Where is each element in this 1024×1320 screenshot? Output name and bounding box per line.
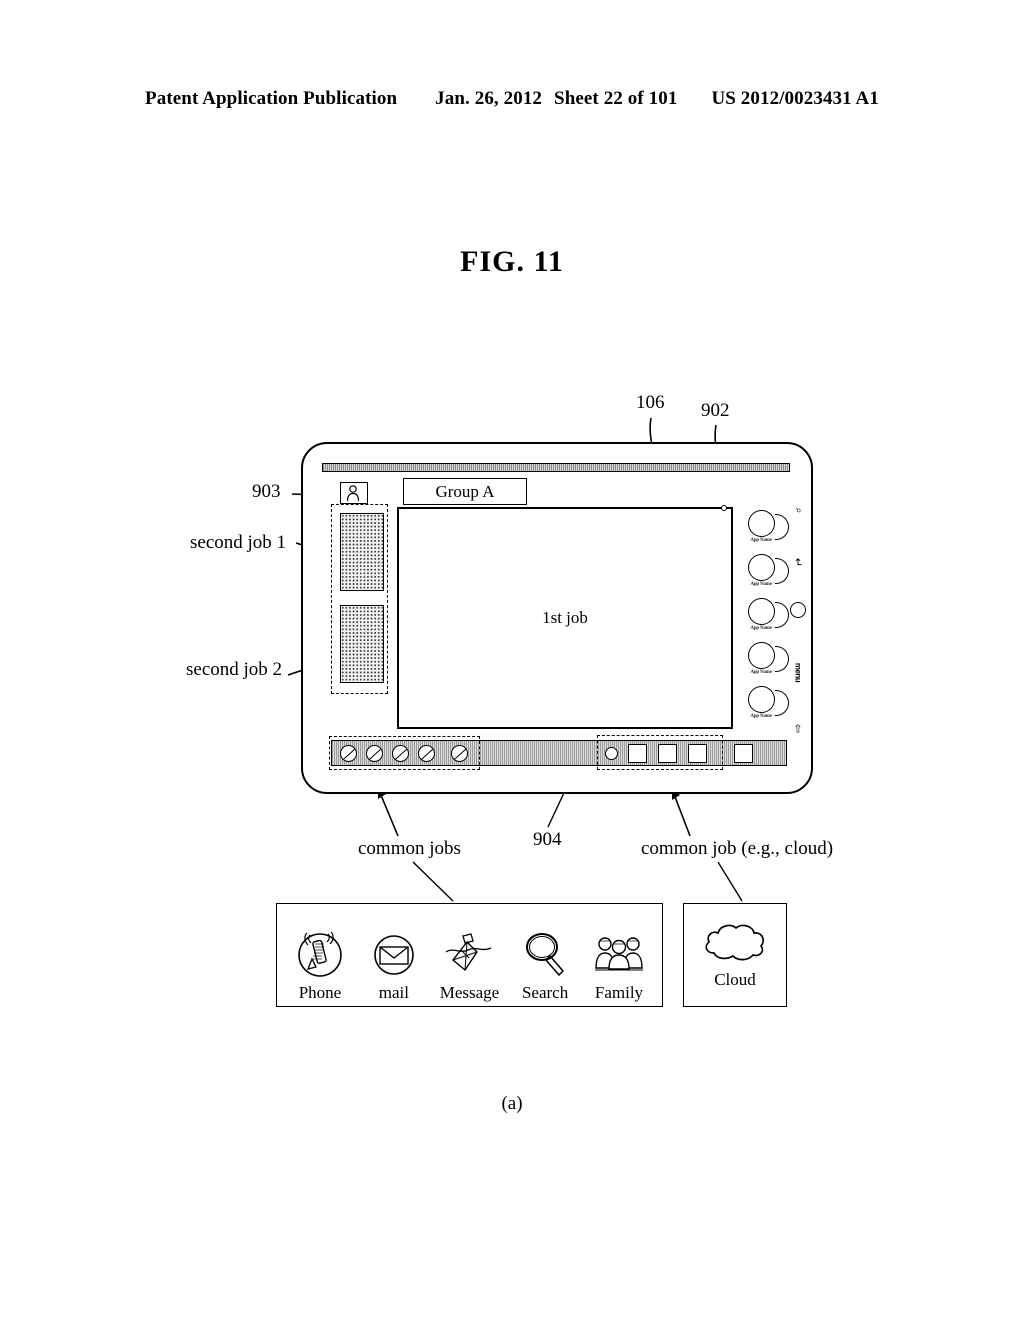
- figure-sub-caption: (a): [501, 1093, 523, 1114]
- app-item-1[interactable]: App Name: [741, 510, 781, 554]
- callout-902: 902: [701, 400, 730, 421]
- legend-item-phone[interactable]: Phone: [292, 928, 348, 1002]
- message-icon: [441, 928, 497, 982]
- header-date: Jan. 26, 2012: [435, 88, 543, 109]
- app-item-2[interactable]: App Name: [741, 554, 781, 598]
- app-icon-5: [747, 686, 775, 713]
- legend-item-search[interactable]: Search: [517, 928, 573, 1002]
- app-item-5[interactable]: App Name: [741, 686, 781, 730]
- app-icon-1: [747, 510, 775, 537]
- app-label-3: App Name: [750, 626, 772, 631]
- cloud-legend: Cloud: [683, 903, 787, 1007]
- group-tab[interactable]: Group A: [403, 478, 527, 505]
- status-bar: [322, 463, 790, 472]
- second-job-1-thumbnail[interactable]: [340, 513, 384, 591]
- common-job-icon-3[interactable]: [392, 745, 409, 762]
- legend-label-phone: Phone: [298, 983, 342, 1002]
- mail-icon: [366, 928, 422, 982]
- edge-controls: ⌕ ↵ menu ⇦: [783, 472, 813, 768]
- common-job-icon-4[interactable]: [418, 745, 435, 762]
- window-handle-icon: [721, 505, 727, 511]
- callout-common-job-cloud: common job (e.g., cloud): [641, 838, 834, 859]
- second-jobs-container: [331, 504, 388, 694]
- app-rail: App Name App Name App Name App Name App …: [739, 510, 789, 730]
- home-button-icon[interactable]: [790, 602, 806, 618]
- common-job-icon-1[interactable]: [340, 745, 357, 762]
- callout-second-job-2: second job 2: [186, 659, 283, 680]
- app-item-3[interactable]: App Name: [741, 598, 781, 642]
- app-label-5: App Name: [750, 714, 772, 719]
- person-icon: [346, 485, 360, 501]
- callout-903: 903: [252, 481, 281, 502]
- legend-item-family[interactable]: Family: [591, 928, 647, 1002]
- app-icon-2: [747, 554, 775, 581]
- app-icon-3: [747, 598, 775, 625]
- legend-label-search: Search: [521, 983, 569, 1002]
- legend-label-message: Message: [439, 983, 500, 1002]
- tablet-device: Group A 1st job App Name App Name App Na…: [301, 442, 813, 794]
- common-job-icon-2[interactable]: [366, 745, 383, 762]
- legend-label-family: Family: [594, 983, 644, 1002]
- legend-label-cloud: Cloud: [714, 970, 756, 989]
- first-job-window[interactable]: 1st job: [397, 505, 733, 729]
- cloud-job-slot-3[interactable]: [688, 744, 707, 763]
- first-job-label: 1st job: [542, 608, 588, 627]
- legend-item-message[interactable]: Message: [440, 928, 499, 1002]
- callout-common-jobs: common jobs: [358, 838, 461, 859]
- legend-label-mail: mail: [378, 983, 409, 1002]
- back-icon[interactable]: ⇦: [792, 714, 805, 744]
- app-item-4[interactable]: App Name: [741, 642, 781, 686]
- phone-icon: [292, 928, 348, 982]
- back-arrow-icon[interactable]: ↵: [792, 548, 805, 578]
- cloud-job-slot-2[interactable]: [658, 744, 677, 763]
- cloud-job-indicator[interactable]: [605, 747, 618, 760]
- legend-item-mail[interactable]: mail: [366, 928, 422, 1002]
- family-icon: [591, 928, 647, 982]
- header-sheet: Sheet 22 of 101: [554, 88, 678, 109]
- callout-106: 106: [636, 392, 665, 413]
- cloud-icon: [699, 917, 771, 969]
- second-job-2-thumbnail[interactable]: [340, 605, 384, 683]
- figure-title: FIG. 11: [460, 245, 564, 278]
- app-icon-4: [747, 642, 775, 669]
- app-label-2: App Name: [750, 582, 772, 587]
- cloud-job-slot-1[interactable]: [628, 744, 647, 763]
- header-publication: Patent Application Publication: [145, 88, 398, 109]
- header-patent-number: US 2012/0023431 A1: [711, 88, 879, 109]
- search-icon: [517, 928, 573, 982]
- dock-trailing-slot[interactable]: [734, 744, 753, 763]
- callout-second-job-1: second job 1: [190, 532, 287, 553]
- group-tab-label: Group A: [435, 481, 495, 501]
- callout-904: 904: [533, 829, 562, 850]
- patent-header: Patent Application Publication Jan. 26, 2…: [0, 88, 1024, 110]
- app-label-4: App Name: [750, 670, 772, 675]
- common-jobs-legend: Phone mail Message Search Family: [276, 903, 663, 1007]
- avatar[interactable]: [340, 482, 368, 504]
- common-job-icon-5[interactable]: [451, 745, 468, 762]
- menu-icon[interactable]: menu: [794, 649, 803, 697]
- search-icon[interactable]: ⌕: [792, 496, 805, 526]
- app-label-1: App Name: [750, 538, 772, 543]
